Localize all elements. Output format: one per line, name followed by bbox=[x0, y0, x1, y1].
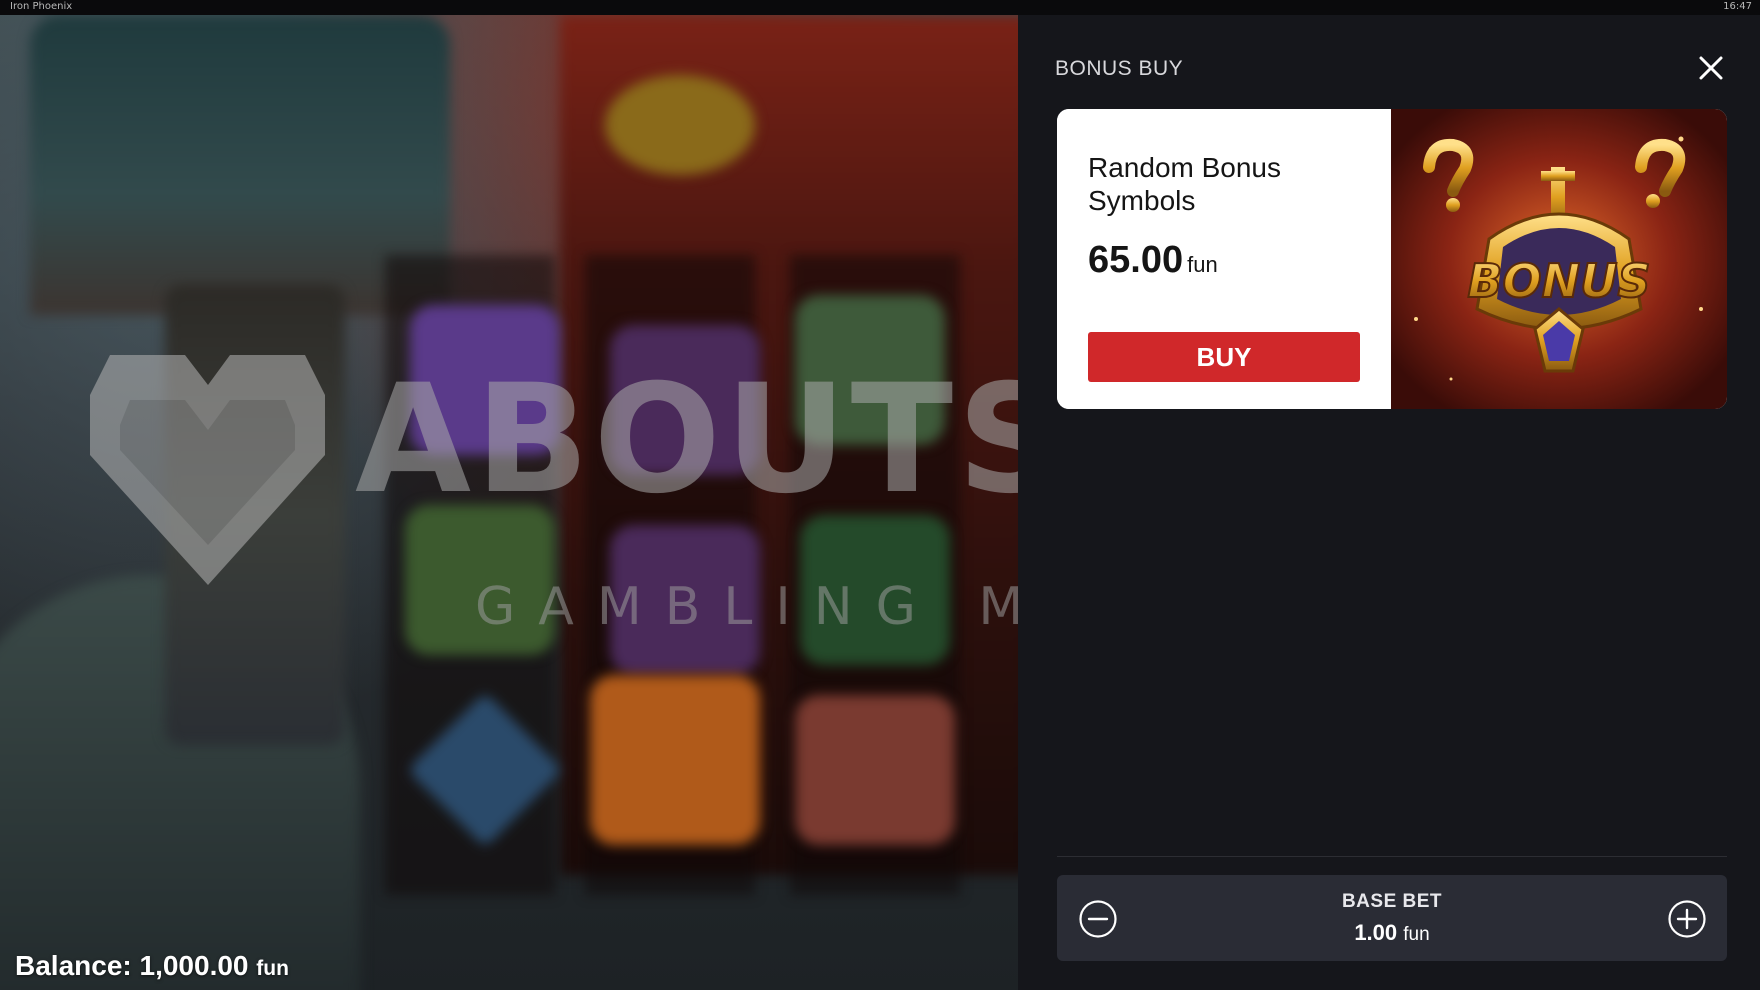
jackpot-panel-artwork bbox=[165, 285, 345, 745]
reel-symbol bbox=[610, 325, 760, 475]
reel-symbol bbox=[795, 695, 955, 845]
window-title: Iron Phoenix bbox=[10, 1, 73, 12]
reel-symbol bbox=[610, 525, 760, 675]
game-background bbox=[0, 15, 1018, 990]
divider bbox=[1057, 856, 1727, 857]
feature-price-unit: fun bbox=[1187, 252, 1218, 277]
plus-circle-icon bbox=[1668, 900, 1706, 938]
reel-symbol bbox=[800, 515, 950, 665]
reel-symbol bbox=[590, 675, 760, 845]
buy-button[interactable]: BUY bbox=[1088, 332, 1360, 382]
feature-price: 65.00 fun bbox=[1088, 239, 1218, 282]
balance-display: Balance: 1,000.00 fun bbox=[15, 950, 289, 982]
reel-symbol bbox=[795, 295, 945, 445]
increase-bet-button[interactable] bbox=[1667, 899, 1707, 939]
panel-title: BONUS BUY bbox=[1055, 57, 1184, 80]
base-bet-value: 1.00 fun bbox=[1057, 920, 1727, 946]
bonus-feature-card: Random Bonus Symbols 65.00 fun BUY BONUS bbox=[1057, 109, 1727, 409]
bonus-badge-icon: BONUS bbox=[1391, 109, 1727, 409]
window-title-bar: Iron Phoenix 16:47 bbox=[0, 0, 1760, 15]
base-bet-unit: fun bbox=[1403, 924, 1430, 945]
close-button[interactable] bbox=[1694, 51, 1728, 85]
feature-info: Random Bonus Symbols 65.00 fun BUY bbox=[1057, 109, 1391, 409]
bonus-buy-panel: BONUS BUY Random Bonus Symbols 65.00 fun … bbox=[1018, 15, 1760, 990]
close-icon bbox=[1699, 56, 1723, 80]
balance-unit: fun bbox=[256, 957, 289, 980]
bonus-art-text: BONUS bbox=[1467, 254, 1650, 308]
balance-value: Balance: 1,000.00 bbox=[15, 950, 249, 981]
base-bet-label: BASE BET bbox=[1341, 891, 1443, 912]
feature-price-value: 65.00 bbox=[1088, 239, 1184, 281]
feature-name: Random Bonus Symbols bbox=[1088, 152, 1282, 216]
reel-symbol bbox=[410, 305, 560, 455]
reel-symbol bbox=[405, 505, 555, 655]
base-bet-amount: 1.00 bbox=[1354, 920, 1398, 945]
bonus-artwork: BONUS bbox=[1391, 109, 1727, 409]
base-bet-control: BASE BET 1.00 fun bbox=[1057, 875, 1727, 961]
emblem-symbol bbox=[605, 75, 755, 175]
clock: 16:47 bbox=[1723, 1, 1752, 12]
